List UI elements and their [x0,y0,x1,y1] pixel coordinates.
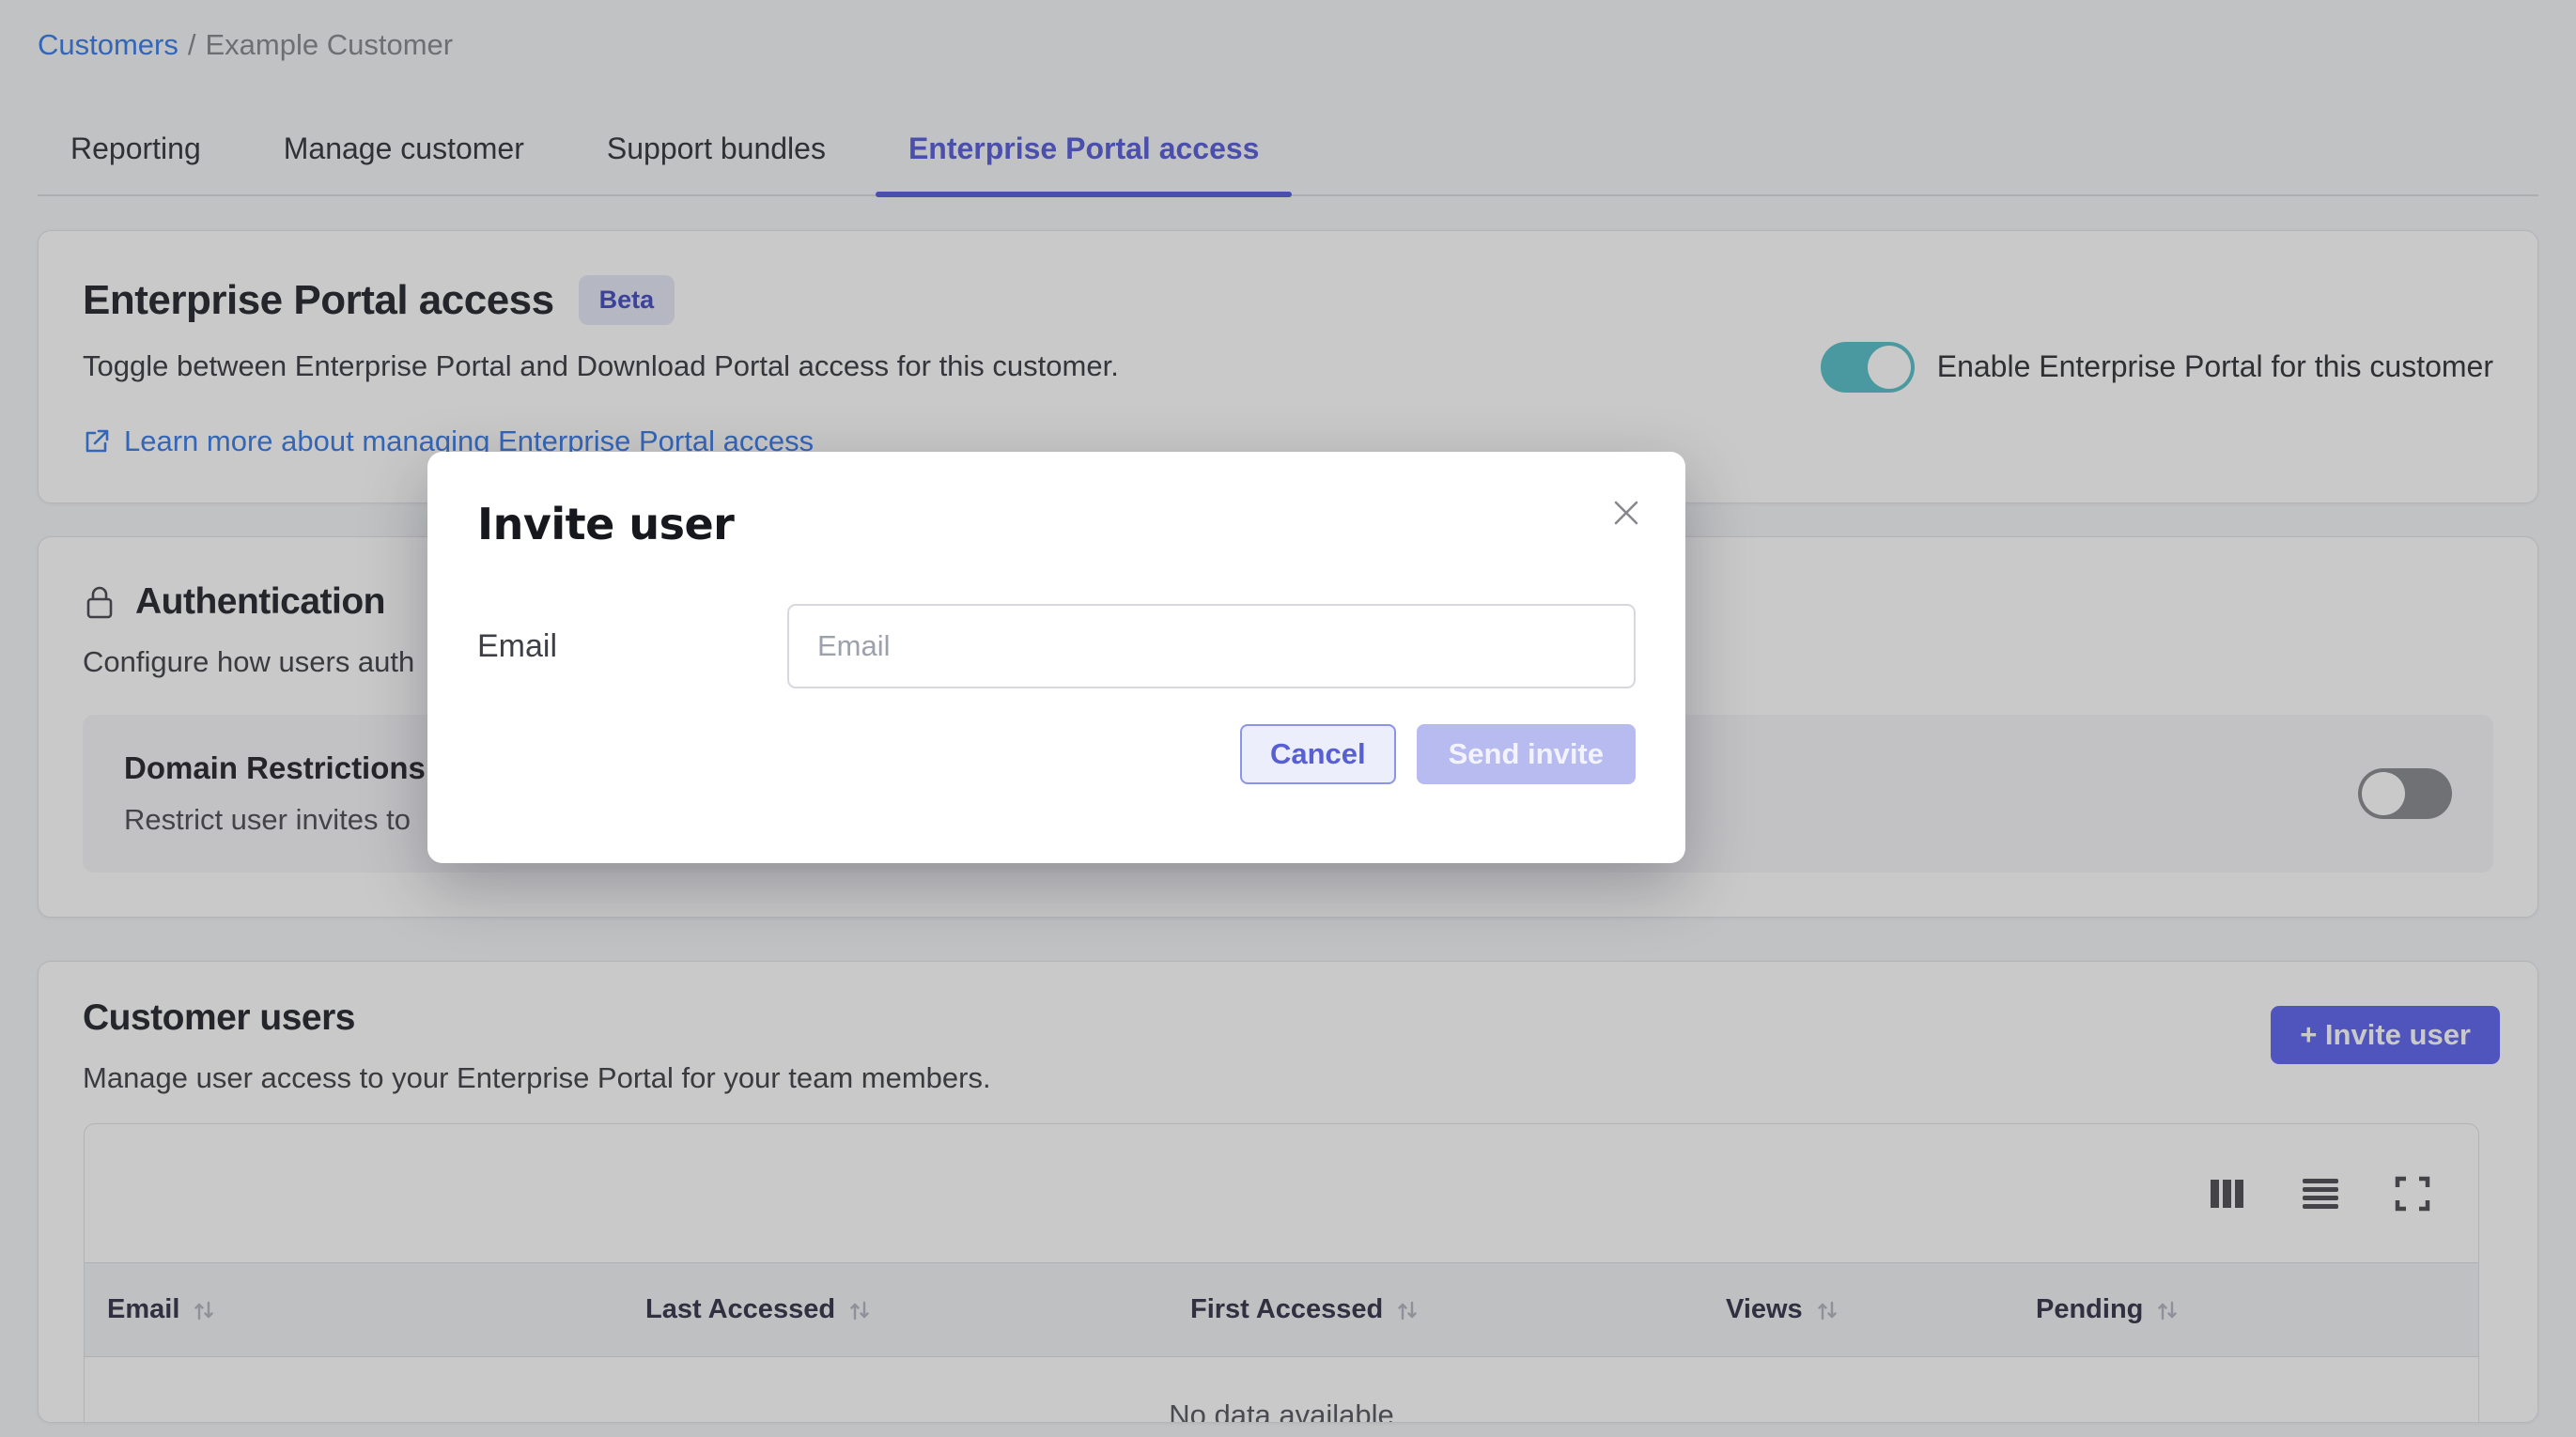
email-input[interactable] [787,604,1636,688]
modal-actions: Cancel Send invite [477,724,1636,784]
email-field-row: Email [477,604,1636,688]
send-invite-button[interactable]: Send invite [1417,724,1636,784]
email-field-label: Email [477,628,787,665]
close-icon[interactable] [1610,497,1642,529]
modal-title: Invite user [477,499,1636,549]
cancel-button[interactable]: Cancel [1240,724,1396,784]
invite-user-modal: Invite user Email Cancel Send invite [427,452,1685,863]
